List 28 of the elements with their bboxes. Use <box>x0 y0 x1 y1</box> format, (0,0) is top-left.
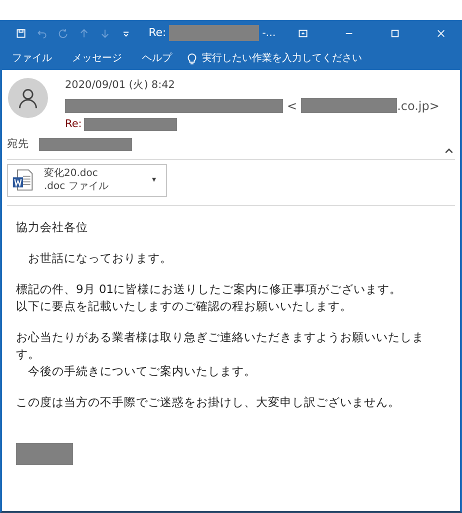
attachment-card[interactable]: 変化20.doc .doc ファイル ▾ <box>7 164 167 196</box>
person-icon <box>17 87 39 109</box>
collapse-icon[interactable] <box>444 146 454 156</box>
body-text: 今後の手続きについてご案内いたします。 <box>27 362 257 380</box>
menu-tab[interactable]: メッセージ <box>62 46 132 70</box>
menu-tab[interactable]: ファイル <box>2 46 62 70</box>
attachment-name: 変化20.doc <box>44 167 99 180</box>
tell-me-field[interactable]: 実行したい作業を入力してください <box>186 50 382 66</box>
sent-date: 2020/09/01 (火) 8:42 <box>65 78 176 93</box>
menu-tab[interactable]: ヘルプ <box>132 46 182 70</box>
word-document-icon <box>12 168 34 192</box>
to-label: 宛先 <box>7 136 29 152</box>
body-text: 以下に要点を記載いたしますのご確認の程お願いいたします。 <box>16 298 353 314</box>
subject: Re: <box>65 116 82 132</box>
body-text: この度は当方の不手際でご迷惑をお掛けし、大変申し訳ございません。 <box>16 394 401 410</box>
lightbulb-icon <box>186 52 198 64</box>
window-title: Re: <box>148 24 166 41</box>
dropdown-caret[interactable]: ▾ <box>152 174 156 186</box>
sender-address: .co.jp> <box>397 98 440 115</box>
window-title: -… <box>262 26 276 40</box>
body-text: 協力会社各位 <box>16 218 89 236</box>
sender-address: < <box>287 98 298 115</box>
redacted-block <box>16 442 73 464</box>
attachment-type: .doc ファイル <box>44 180 108 193</box>
body-text: お心当たりがある業者様は取り急ぎご連絡いただきますようお願いいたします。 <box>16 328 425 362</box>
save-icon[interactable] <box>16 26 26 40</box>
body-text: 標記の件、9月 01に皆様にお送りしたご案内に修正事項がございます。 <box>16 280 403 298</box>
body-text: お世話になっております。 <box>27 250 173 266</box>
